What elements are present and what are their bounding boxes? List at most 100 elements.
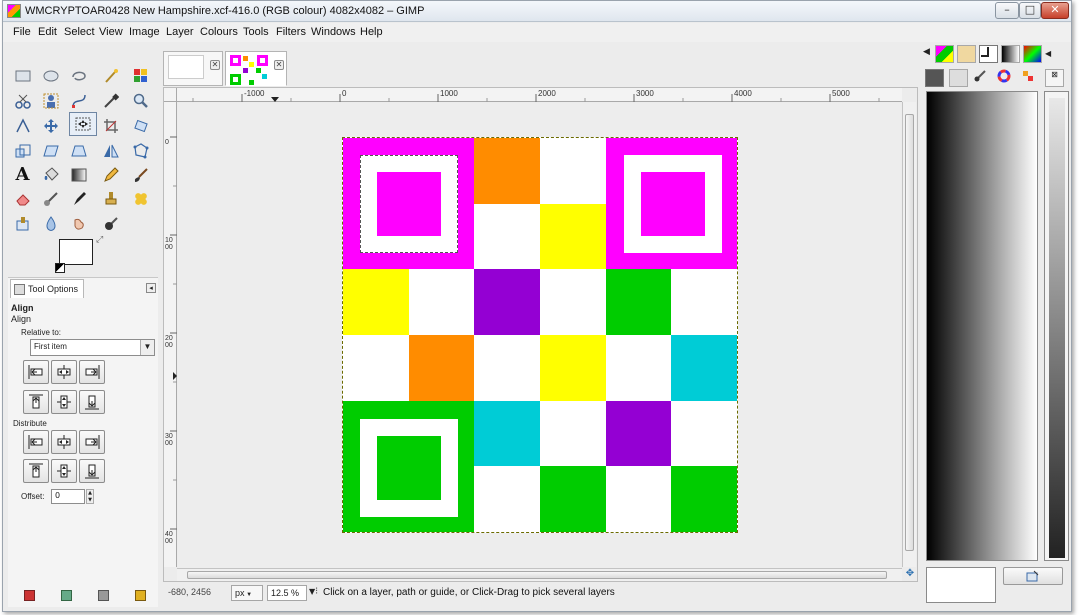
menu-colours[interactable]: Colours: [200, 26, 238, 38]
eraser-icon[interactable]: [11, 187, 34, 210]
paintbrush-icon[interactable]: [129, 163, 152, 186]
distribute-bottom-edges-button[interactable]: [79, 459, 105, 483]
tab-patterns[interactable]: [949, 69, 968, 87]
align-middle-vertical-button[interactable]: [51, 390, 77, 414]
tab-brushes[interactable]: [925, 69, 944, 87]
rotate-icon[interactable]: [129, 114, 152, 137]
restore-options-icon[interactable]: [61, 590, 72, 601]
align-left-edge-button[interactable]: [23, 360, 49, 384]
distribute-right-edges-button[interactable]: [79, 430, 105, 454]
measure-icon[interactable]: [11, 114, 34, 137]
bucket-fill-icon[interactable]: [39, 163, 62, 186]
zoom-icon[interactable]: [129, 89, 152, 112]
tab-palettes[interactable]: [1023, 45, 1042, 63]
color-wheel-icon[interactable]: [997, 69, 1016, 87]
ellipse-select-icon[interactable]: [39, 64, 62, 87]
tab-documents[interactable]: ⊠: [1045, 69, 1064, 87]
menu-windows[interactable]: Windows: [311, 26, 356, 38]
maximize-button[interactable]: □: [1019, 2, 1041, 19]
tab-channels[interactable]: [979, 45, 998, 63]
distribute-vertical-centers-button[interactable]: [51, 459, 77, 483]
swap-colors-icon[interactable]: ⤢: [96, 235, 103, 245]
close-button[interactable]: ✕: [1041, 2, 1069, 19]
distribute-horizontal-centers-button[interactable]: [51, 430, 77, 454]
save-options-icon[interactable]: [24, 590, 35, 601]
perspective-clone-icon[interactable]: [11, 212, 34, 235]
align-top-edge-button[interactable]: [23, 390, 49, 414]
move-icon[interactable]: [39, 114, 62, 137]
horizontal-scroll-thumb[interactable]: [187, 571, 887, 579]
heal-icon[interactable]: [129, 187, 152, 210]
align-icon[interactable]: [69, 112, 97, 136]
color-picker-icon[interactable]: [99, 89, 122, 112]
distribute-left-edges-button[interactable]: [23, 430, 49, 454]
menu-help[interactable]: Help: [360, 26, 383, 38]
fonts-icon[interactable]: [1021, 69, 1040, 87]
relative-to-select[interactable]: First item ▼: [30, 339, 155, 356]
crop-icon[interactable]: [99, 114, 122, 137]
vertical-scrollbar[interactable]: [902, 102, 916, 567]
image-layer[interactable]: [342, 137, 738, 533]
offset-spinner[interactable]: ▲ ▼: [86, 489, 94, 504]
image-tab-1[interactable]: ✕: [163, 51, 223, 86]
minimize-button[interactable]: –: [995, 2, 1019, 19]
horizontal-scrollbar[interactable]: [177, 568, 902, 581]
reset-options-icon[interactable]: [135, 590, 146, 601]
perspective-icon[interactable]: [67, 139, 90, 162]
horizontal-ruler[interactable]: -1000 0 1000 2000 3000 4000 5000: [177, 88, 902, 102]
airbrush-icon[interactable]: [39, 187, 62, 210]
align-bottom-edge-button[interactable]: [79, 390, 105, 414]
align-right-edge-button[interactable]: [79, 360, 105, 384]
unit-select[interactable]: px ▼: [231, 585, 263, 601]
menu-image[interactable]: Image: [129, 26, 160, 38]
delete-options-icon[interactable]: [98, 590, 109, 601]
cage-transform-icon[interactable]: [129, 139, 152, 162]
scale-icon[interactable]: [11, 139, 34, 162]
blend-icon[interactable]: [67, 163, 90, 186]
distribute-top-edges-button[interactable]: [23, 459, 49, 483]
select-by-color-icon[interactable]: [129, 64, 152, 87]
tab-tool-options[interactable]: Tool Options: [10, 279, 84, 298]
tab-images[interactable]: [935, 45, 954, 63]
tab-layers[interactable]: [957, 45, 976, 63]
fg-bg-color-selector[interactable]: ⤢: [55, 235, 107, 275]
shear-icon[interactable]: [39, 139, 62, 162]
menu-file[interactable]: File: [13, 26, 31, 38]
scissors-icon[interactable]: [11, 89, 34, 112]
zoom-select[interactable]: 12.5 %: [267, 585, 307, 601]
menu-tools[interactable]: Tools: [243, 26, 269, 38]
foreground-select-icon[interactable]: [39, 89, 62, 112]
pencil-icon[interactable]: [99, 163, 122, 186]
vertical-ruler[interactable]: 0 1000 2000 3000 4000: [164, 102, 177, 567]
default-colors-icon[interactable]: [55, 263, 65, 273]
chevron-left-icon[interactable]: ◀: [923, 47, 930, 57]
menu-select[interactable]: Select: [64, 26, 95, 38]
lasso-icon[interactable]: [67, 64, 90, 87]
clone-icon[interactable]: [99, 187, 122, 210]
dock-action-button[interactable]: [1003, 567, 1063, 585]
image-tab-2[interactable]: ✕: [225, 51, 287, 86]
paths-icon[interactable]: [67, 89, 90, 112]
tab-gradients[interactable]: [1001, 45, 1020, 63]
flip-icon[interactable]: [99, 139, 122, 162]
menu-edit[interactable]: Edit: [38, 26, 57, 38]
close-icon[interactable]: ✕: [210, 60, 220, 70]
blur-icon[interactable]: [39, 212, 62, 235]
panel-menu-icon[interactable]: ◂: [146, 283, 156, 293]
ink-icon[interactable]: [67, 187, 90, 210]
foreground-color-swatch[interactable]: [59, 239, 93, 265]
text-icon[interactable]: A: [11, 163, 34, 186]
close-icon[interactable]: ✕: [274, 60, 284, 70]
rect-select-icon[interactable]: [11, 64, 34, 87]
gradient-strip[interactable]: [1049, 98, 1065, 558]
menu-layer[interactable]: Layer: [166, 26, 194, 38]
offset-input[interactable]: 0: [51, 489, 85, 504]
dock-menu-icon[interactable]: ◀: [1045, 49, 1065, 67]
ruler-corner[interactable]: [164, 88, 177, 102]
vertical-scroll-thumb[interactable]: [905, 114, 914, 551]
align-center-horizontal-button[interactable]: [51, 360, 77, 384]
smudge-icon[interactable]: [67, 212, 90, 235]
menu-view[interactable]: View: [99, 26, 123, 38]
gradient-preview[interactable]: [926, 91, 1038, 561]
navigate-icon[interactable]: ✥: [903, 568, 917, 581]
